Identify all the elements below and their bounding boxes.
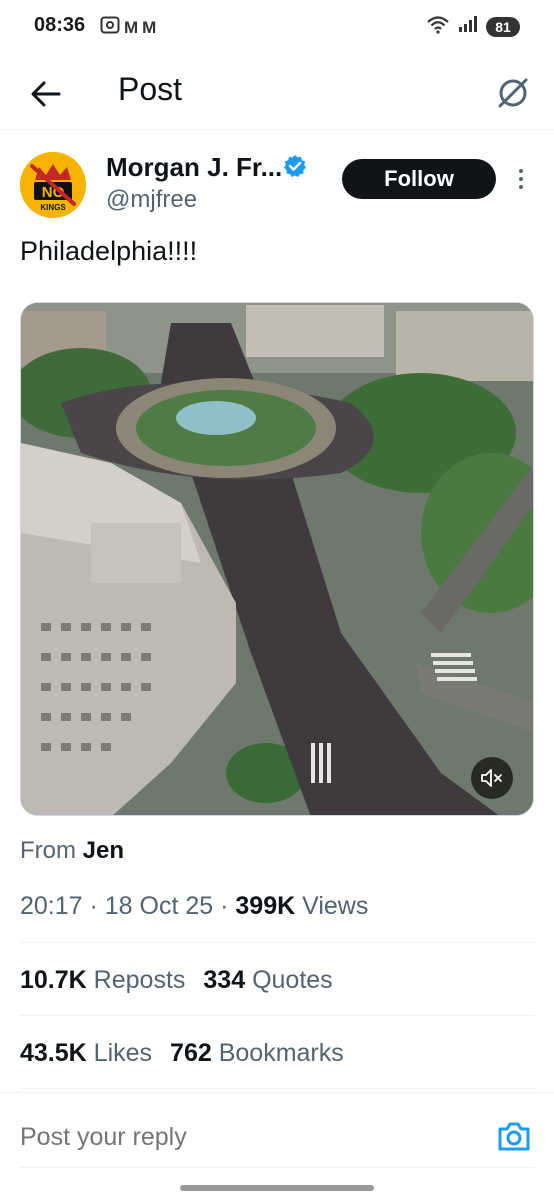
quotes-label: Quotes [252,966,333,994]
status-system-icons: 81 [426,14,520,39]
bookmarks-stat[interactable]: 762 Bookmarks [170,1039,344,1067]
post-author: NO KINGS Morgan J. Fr... @mjfree Follow [20,148,534,228]
gmail-icon: M [142,17,157,37]
community-note-source: From Jen [20,837,124,865]
camera-button[interactable] [496,1119,532,1153]
page-title: Post [118,71,183,107]
likes-label: Likes [93,1039,153,1067]
screenshot-icon [100,16,120,39]
grok-button[interactable] [490,70,536,116]
battery-indicator: 81 [486,16,520,37]
quotes-stat[interactable]: 334 Quotes [203,966,332,994]
author-name[interactable]: Morgan J. Fr... [106,152,282,183]
more-options-button[interactable] [512,162,530,196]
quotes-count: 334 [203,966,246,994]
avatar[interactable]: NO KINGS [20,152,86,218]
back-arrow-icon [31,81,61,107]
bookmarks-label: Bookmarks [218,1039,344,1067]
author-handle[interactable]: @mjfree [106,186,197,214]
status-bar: 08:36 M M 81 [0,0,554,56]
reply-bar [0,1092,554,1182]
bookmarks-count: 762 [170,1039,212,1067]
post-time: 20:17 [20,892,83,920]
engagement-row-likes: 43.5K Likes 762 Bookmarks [20,1039,344,1068]
engagement-row-reposts: 10.7K Reposts 334 Quotes [20,966,333,995]
post-meta: 20:17 · 18 Oct 25 · 399K Views [20,892,369,920]
reposts-stat[interactable]: 10.7K Reposts [20,966,185,994]
more-vertical-icon [519,169,523,173]
reposts-count: 10.7K [20,966,87,994]
reply-input[interactable] [20,1123,440,1152]
likes-stat[interactable]: 43.5K Likes [20,1039,152,1067]
camera-icon [498,1122,530,1151]
divider [20,1088,534,1089]
verified-badge-icon [283,154,307,183]
post-date: 18 Oct 25 [104,892,214,920]
muted-speaker-icon [481,769,502,787]
divider [20,1015,534,1016]
avatar-text-bottom: KINGS [40,203,66,212]
views-count: 399K [235,892,296,920]
reposts-label: Reposts [93,966,186,994]
post-text: Philadelphia!!!! [20,236,198,266]
video-frame [21,303,533,815]
likes-count: 43.5K [20,1039,87,1067]
status-notification-icons: M M [100,16,156,39]
views-label: Views [302,892,369,920]
top-app-bar: Post [0,58,554,130]
signal-icon [458,15,478,38]
mute-button[interactable] [471,757,513,799]
divider [20,942,534,943]
from-name[interactable]: Jen [83,837,124,864]
from-prefix: From [20,837,83,864]
home-indicator[interactable] [180,1185,374,1191]
gmail-icon: M [124,17,139,37]
follow-button[interactable]: Follow [342,159,496,199]
grok-icon [498,78,528,108]
status-time: 08:36 [34,14,86,36]
post-video[interactable] [20,302,534,816]
back-button[interactable] [24,72,68,116]
wifi-icon [426,14,450,39]
reply-underline [20,1167,534,1168]
